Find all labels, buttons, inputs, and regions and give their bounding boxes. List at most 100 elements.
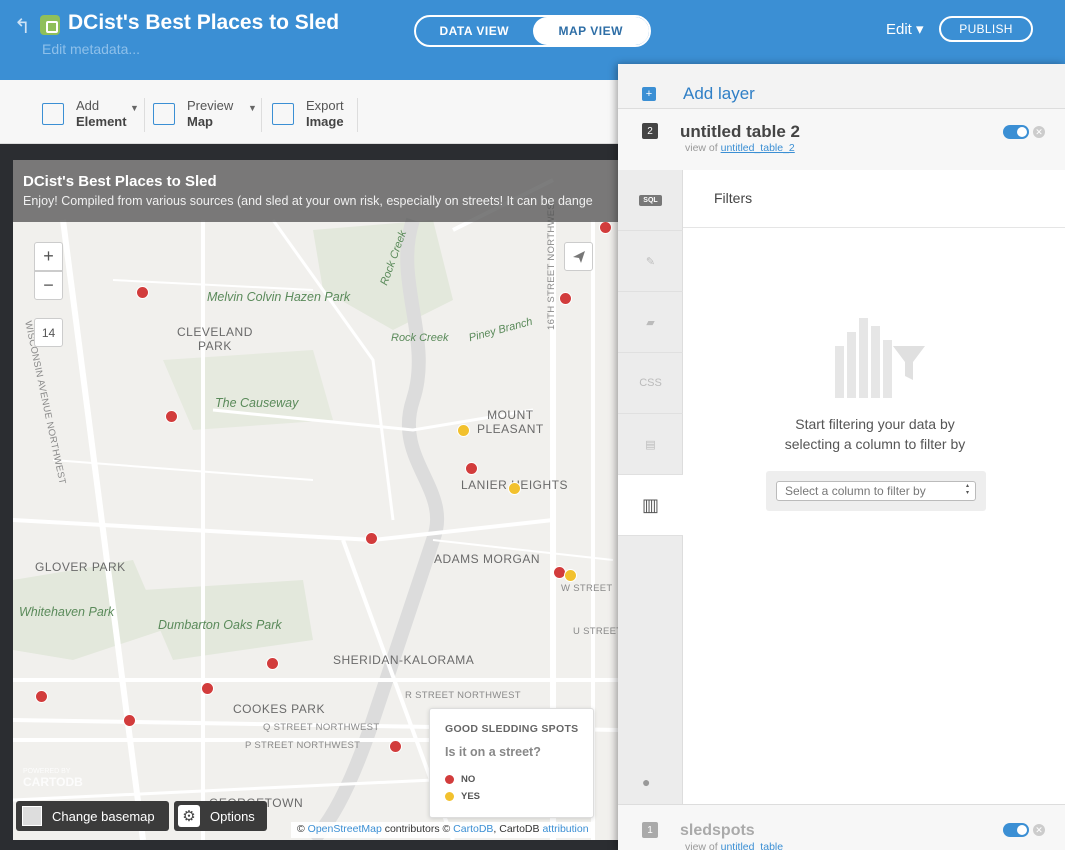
map-toolbar: Add Element ▼ Preview Map ▼ Export Image — [0, 80, 640, 144]
map-title: DCist's Best Places to Sled — [23, 173, 217, 190]
map-point-yes[interactable] — [508, 482, 521, 495]
sql-tab[interactable]: SQL — [618, 170, 683, 231]
street-label: P STREET NORTHWEST — [245, 740, 361, 751]
filter-illustration-icon — [835, 318, 925, 398]
filters-pane: Filters Start filtering your data by sel… — [683, 170, 1065, 804]
lightbulb-icon[interactable]: ● — [642, 774, 650, 790]
tab-map-view[interactable]: MAP VIEW — [532, 17, 649, 45]
map-point-no[interactable] — [559, 292, 572, 305]
layer-table-link[interactable]: untitled_table_2 — [721, 142, 795, 154]
place-label: CLEVELAND PARK — [177, 325, 253, 353]
map-attribution: © OpenStreetMap contributors © CartoDB, … — [291, 822, 595, 838]
speech-bubble-icon: ▰ — [646, 316, 655, 329]
legend-title: GOOD SLEDDING SPOTS — [445, 723, 579, 735]
css-tab[interactable]: CSS — [618, 353, 683, 414]
publish-button[interactable]: PUBLISH — [939, 16, 1033, 42]
edit-metadata-link[interactable]: Edit metadata... — [42, 41, 140, 57]
street-label: R STREET NORTHWEST — [405, 690, 521, 701]
legends-tab[interactable]: ▤ — [618, 414, 683, 475]
legend-label: NO — [461, 774, 476, 785]
map-point-no[interactable] — [389, 740, 402, 753]
map-point-no[interactable] — [599, 221, 612, 234]
place-label: GLOVER PARK — [35, 560, 126, 574]
layer-number-badge: 2 — [642, 123, 658, 139]
legend-swatch — [445, 792, 454, 801]
infowindow-tab[interactable]: ▰ — [618, 292, 683, 353]
filters-empty-message: Start filtering your data by selecting a… — [745, 414, 1005, 454]
layer-visibility-toggle[interactable] — [1003, 125, 1029, 139]
layer-source-prefix: view of — [685, 841, 721, 850]
street-label: Q STREET NORTHWEST — [263, 722, 380, 733]
bar-chart-icon: ▥ — [641, 494, 659, 515]
street-label: W STREET — [561, 583, 613, 594]
layers-panel: + Add layer 2 untitled table 2 view of u… — [618, 64, 1065, 850]
export-sublabel: Image — [306, 114, 344, 129]
layer-table-link[interactable]: untitled_table — [721, 841, 783, 850]
share-arrow-icon[interactable] — [564, 242, 593, 271]
preview-label: Preview — [187, 98, 234, 113]
logo-name: CARTODB — [23, 775, 83, 789]
tab-data-view[interactable]: DATA VIEW — [416, 17, 533, 45]
layer-number-badge: 1 — [642, 822, 658, 838]
map-canvas[interactable]: Melvin Colvin Hazen Park The Causeway Wh… — [13, 160, 618, 840]
map-point-no[interactable] — [123, 714, 136, 727]
place-label: COOKES PARK — [233, 702, 325, 716]
close-icon[interactable]: ✕ — [1033, 824, 1045, 836]
add-element-icon — [42, 103, 64, 125]
openstreetmap-link[interactable]: OpenStreetMap — [308, 823, 382, 835]
attribution-text: contributors © — [381, 823, 454, 835]
legend-swatch — [445, 775, 454, 784]
add-element-sublabel: Element — [76, 114, 127, 129]
plus-icon: + — [642, 87, 656, 101]
park-label: Rock Creek — [391, 332, 449, 344]
layer-source-prefix: view of — [685, 142, 721, 154]
preview-map-button[interactable]: Preview Map ▼ — [153, 97, 257, 131]
layer-name[interactable]: sledspots — [680, 822, 755, 840]
zoom-in-button[interactable]: + — [34, 242, 63, 271]
legend-label: YES — [461, 791, 481, 802]
map-point-no[interactable] — [465, 462, 478, 475]
export-image-button[interactable]: Export Image — [272, 97, 352, 131]
divider — [261, 98, 262, 132]
edit-menu[interactable]: Edit ▾ — [886, 20, 924, 38]
layer-header-2[interactable]: 2 untitled table 2 view of untitled_tabl… — [618, 108, 1065, 170]
paintbrush-icon: ✎ — [645, 255, 656, 268]
place-label: MOUNT PLEASANT — [477, 408, 544, 436]
map-point-no[interactable] — [136, 286, 149, 299]
lock-icon[interactable] — [40, 15, 60, 35]
options-button[interactable]: ⚙ Options — [174, 801, 267, 831]
attribution-text: © — [297, 823, 308, 835]
view-toggle: DATA VIEW MAP VIEW — [414, 15, 651, 47]
park-label: Melvin Colvin Hazen Park — [207, 290, 351, 304]
wizard-tab[interactable]: ✎ — [618, 231, 683, 292]
zoom-out-button[interactable]: − — [34, 271, 63, 300]
change-basemap-button[interactable]: Change basemap — [16, 801, 169, 831]
close-icon[interactable]: ✕ — [1033, 126, 1045, 138]
map-point-no[interactable] — [266, 657, 279, 670]
filter-column-select[interactable]: Select a column to filter by — [776, 481, 976, 501]
divider — [357, 98, 358, 132]
add-element-label: Add — [76, 98, 100, 113]
map-point-yes[interactable] — [564, 569, 577, 582]
caret-down-icon: ▼ — [130, 103, 139, 113]
map-point-no[interactable] — [365, 532, 378, 545]
map-point-no[interactable] — [35, 690, 48, 703]
map-point-no[interactable] — [165, 410, 178, 423]
map-point-no[interactable] — [201, 682, 214, 695]
add-layer-button[interactable]: + Add layer — [618, 64, 1065, 108]
layer-header-1[interactable]: 1 sledspots view of untitled_table ✕ — [618, 804, 1065, 850]
back-arrow-icon[interactable]: ↰ — [14, 14, 31, 39]
map-description: Enjoy! Compiled from various sources (an… — [23, 194, 593, 208]
street-label: U STREET — [573, 626, 618, 637]
map-point-yes[interactable] — [457, 424, 470, 437]
attribution-link[interactable]: attribution — [542, 823, 588, 835]
filters-tab[interactable]: ▥ — [618, 475, 683, 536]
options-label: Options — [210, 808, 255, 824]
sql-icon: SQL — [639, 194, 662, 206]
layer-name[interactable]: untitled table 2 — [680, 122, 800, 142]
cartodb-link[interactable]: CartoDB — [453, 823, 493, 835]
add-element-button[interactable]: Add Element ▼ — [42, 97, 142, 131]
cartodb-logo: POWERED BY CARTODB — [23, 766, 83, 788]
layer-visibility-toggle[interactable] — [1003, 823, 1029, 837]
add-layer-label: Add layer — [683, 84, 755, 103]
